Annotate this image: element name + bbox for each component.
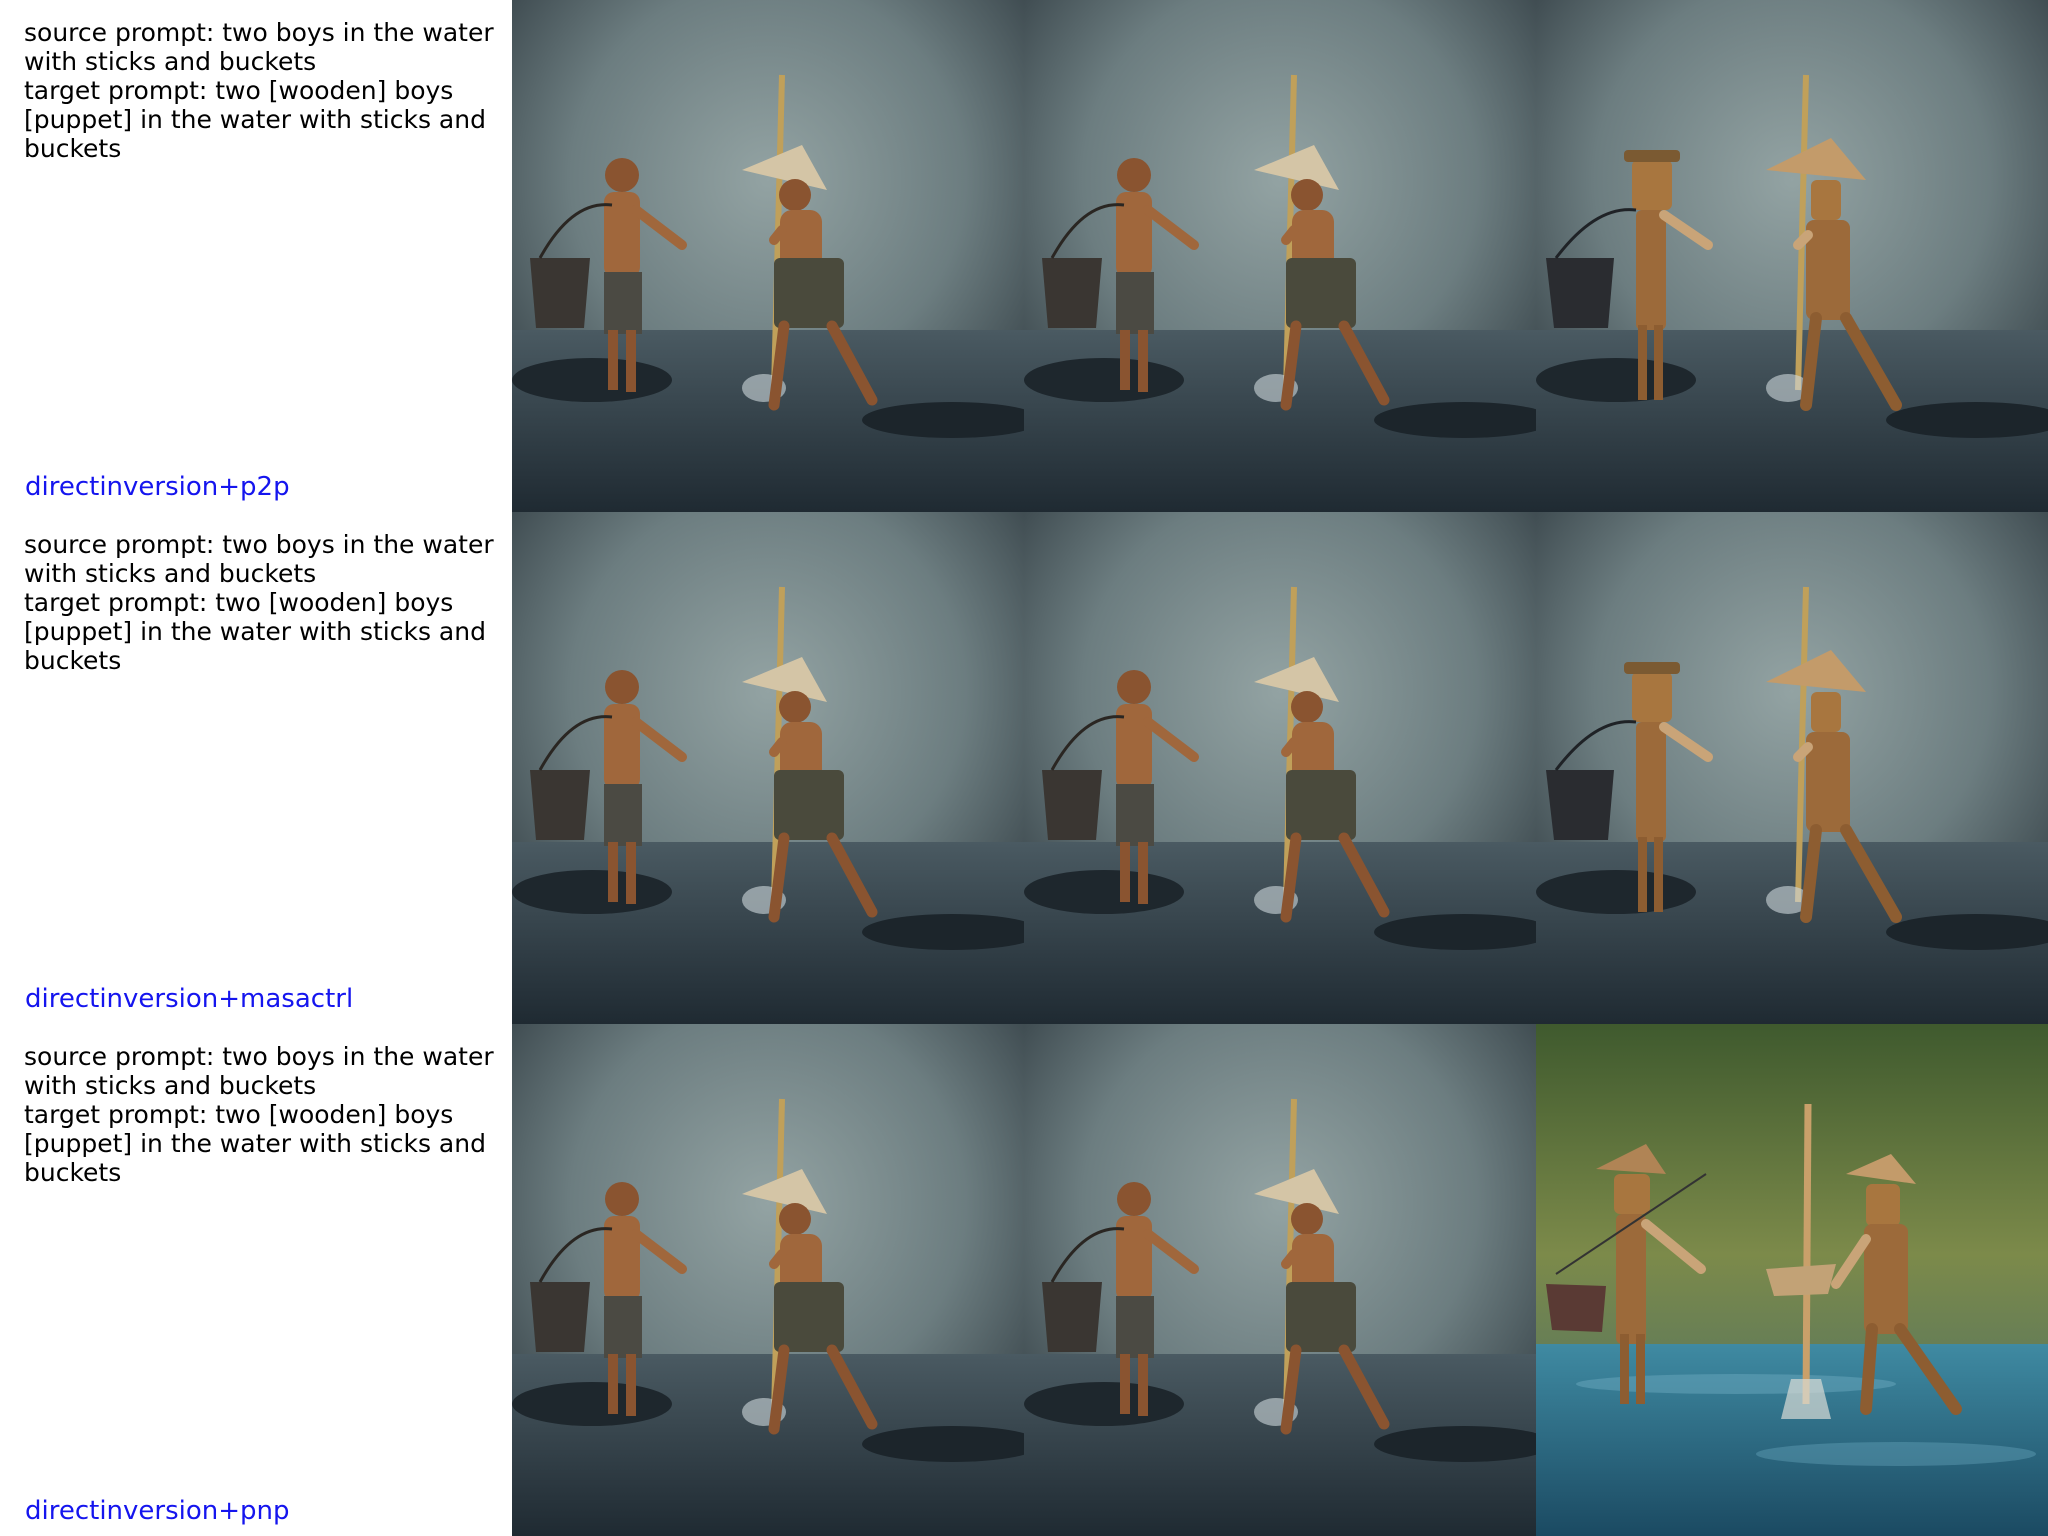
prompt-text: source prompt: two boys in the water wit…: [24, 1042, 504, 1187]
prompt-panel: source prompt: two boys in the water wit…: [0, 0, 512, 512]
edited-image: [1536, 512, 2048, 1024]
prompt-text: source prompt: two boys in the water wit…: [24, 530, 504, 675]
result-row-p2p: source prompt: two boys in the water wit…: [0, 0, 2048, 512]
target-prompt: target prompt: two [wooden] boys [puppet…: [24, 76, 486, 163]
edited-image: [1536, 0, 2048, 512]
reconstruction-image: [1024, 0, 1536, 512]
result-row-masactrl: source prompt: two boys in the water wit…: [0, 512, 2048, 1024]
source-prompt: source prompt: two boys in the water wit…: [24, 1042, 494, 1100]
prompt-panel: source prompt: two boys in the water wit…: [0, 1024, 512, 1536]
source-prompt: source prompt: two boys in the water wit…: [24, 18, 494, 76]
source-image: [512, 0, 1024, 512]
edited-image: [1536, 1024, 2048, 1536]
prompt-panel: source prompt: two boys in the water wit…: [0, 512, 512, 1024]
source-image: [512, 512, 1024, 1024]
method-label: directinversion+pnp: [25, 1496, 290, 1526]
result-row-pnp: source prompt: two boys in the water wit…: [0, 1024, 2048, 1536]
prompt-text: source prompt: two boys in the water wit…: [24, 18, 504, 163]
method-label: directinversion+masactrl: [25, 984, 354, 1014]
target-prompt: target prompt: two [wooden] boys [puppet…: [24, 1100, 486, 1187]
target-prompt: target prompt: two [wooden] boys [puppet…: [24, 588, 486, 675]
source-prompt: source prompt: two boys in the water wit…: [24, 530, 494, 588]
reconstruction-image: [1024, 1024, 1536, 1536]
reconstruction-image: [1024, 512, 1536, 1024]
method-label: directinversion+p2p: [25, 472, 290, 502]
source-image: [512, 1024, 1024, 1536]
